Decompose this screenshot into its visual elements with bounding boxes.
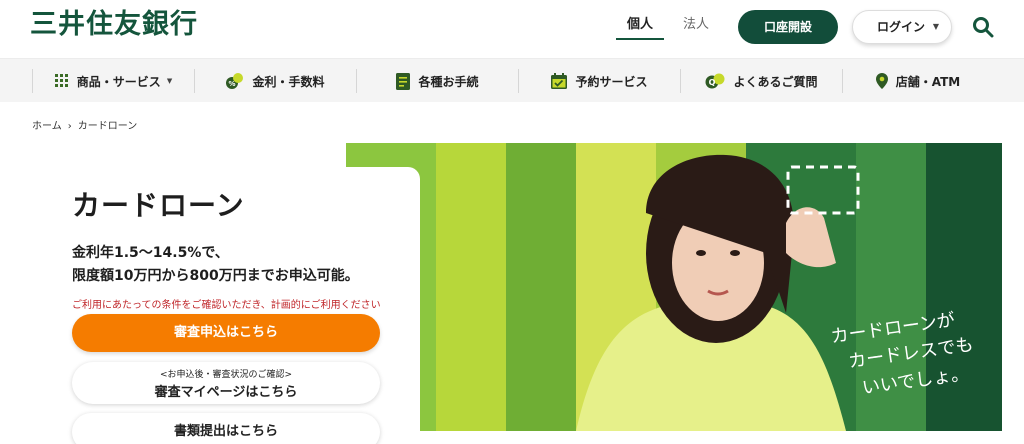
chevron-down-icon: ▼ [932,22,939,31]
search-icon[interactable] [972,16,994,38]
breadcrumb-home[interactable]: ホーム [32,121,62,132]
grid-icon [54,74,68,87]
nav-label: よくあるご質問 [733,74,818,89]
login-label: ログイン [877,20,926,34]
mypage-sublabel: <お申込後・審査状況のご確認> [159,370,293,380]
usage-notice: ご利用にあたっての条件をご確認いただき、計画的にご利用ください [72,300,381,311]
nav-label: 商品・サービス [76,74,161,89]
nav-item-faq[interactable]: Q よくあるご質問 [681,59,842,103]
tab-personal[interactable]: 個人 [616,10,664,40]
apply-button[interactable]: 審査申込はこちら [72,314,380,352]
breadcrumb-current: カードローン [77,121,138,132]
rate-description: 金利年1.5〜14.5%で、 [72,245,229,261]
site-header: 三井住友銀行 個人 法人 口座開設 ログイン ▼ [0,0,1024,58]
nav-item-reservation[interactable]: 予約サービス [519,59,680,103]
nav-item-products[interactable]: 商品・サービス ▼ [33,59,194,103]
calendar-icon [551,73,568,89]
chevron-right-icon: › [67,121,72,132]
mypage-button[interactable]: <お申込後・審査状況のご確認> 審査マイページはこちら [72,362,380,404]
nav-label: 各種お手続 [418,74,479,89]
faq-icon: Q [705,73,725,89]
bank-logo[interactable]: 三井住友銀行 [30,2,198,41]
document-icon [396,72,411,90]
chevron-down-icon: ▼ [166,77,173,85]
nav-label: 店舗・ATM [895,74,961,89]
login-button[interactable]: ログイン ▼ [852,10,952,44]
nav-label: 予約サービス [575,74,648,89]
open-account-button[interactable]: 口座開設 [738,10,838,44]
submit-documents-button[interactable]: 書類提出はこちら [72,413,380,444]
breadcrumb: ホーム › カードローン [32,117,143,132]
nav-item-branches-atm[interactable]: 店舗・ATM [843,59,993,103]
mypage-label: 審査マイページはこちら [154,385,298,400]
limit-description: 限度額10万円から800万円までお申込可能。 [72,268,359,284]
global-nav: 商品・サービス ▼ % 金利・手数料 各種お手続 予約サービス Q よくあるご質… [0,58,1024,102]
page-title: カードローン [72,189,245,222]
coins-icon: % [226,73,244,89]
nav-item-procedures[interactable]: 各種お手続 [357,59,518,103]
location-pin-icon [875,73,888,89]
svg-text:%: % [229,80,236,88]
tab-corporate[interactable]: 法人 [676,10,716,40]
hero-image: カードローンが カードレスでも いいでしょ。 [346,143,1002,431]
nav-label: 金利・手数料 [252,74,325,89]
svg-text:Q: Q [709,78,716,87]
nav-item-rates-fees[interactable]: % 金利・手数料 [195,59,356,103]
